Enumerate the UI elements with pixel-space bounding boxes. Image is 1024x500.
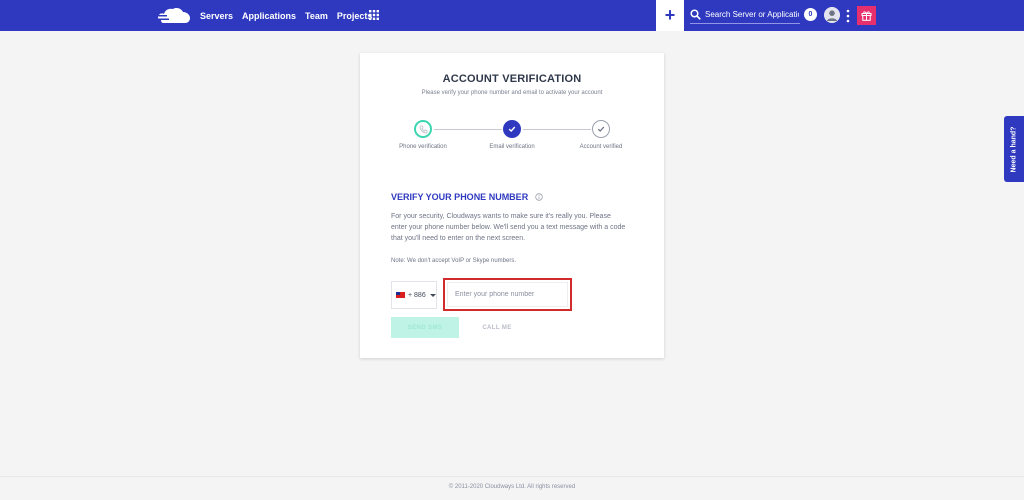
need-a-hand-label: Need a hand? <box>1010 126 1018 172</box>
need-a-hand-tab[interactable]: Need a hand? <box>1004 116 1024 182</box>
more-options-icon[interactable] <box>846 9 850 23</box>
verification-card: ACCOUNT VERIFICATION Please verify your … <box>360 53 664 358</box>
cloudways-logo-icon[interactable] <box>157 6 191 25</box>
step-phone-label: Phone verification <box>399 144 447 150</box>
apps-grid-icon[interactable] <box>369 10 379 20</box>
phone-icon <box>419 125 427 133</box>
call-me-button[interactable]: CALL ME <box>472 317 522 338</box>
plus-icon: + <box>664 5 676 25</box>
caret-down-icon <box>429 293 436 297</box>
nav-team[interactable]: Team <box>305 11 328 21</box>
taiwan-flag-icon <box>396 292 405 298</box>
footer-copyright: © 2011-2020 Cloudways Ltd. All rights re… <box>448 484 576 490</box>
step-connector <box>523 129 591 130</box>
country-code-value: + 886 <box>408 291 426 299</box>
send-sms-button[interactable]: SEND SMS <box>391 317 459 338</box>
country-code-select[interactable]: + 886 <box>391 281 437 309</box>
step-phone-indicator <box>414 120 432 138</box>
phone-input-highlight <box>443 278 572 311</box>
section-title: VERIFY YOUR PHONE NUMBER <box>391 192 543 202</box>
voip-note: Note: We don't accept VoIP or Skype numb… <box>391 258 516 264</box>
notification-count-badge[interactable]: 0 <box>804 8 817 21</box>
top-navbar: Servers Applications Team Projects + 0 <box>0 0 1024 31</box>
gift-button[interactable] <box>857 6 876 25</box>
search-icon <box>690 9 701 20</box>
nav-servers[interactable]: Servers <box>200 11 233 21</box>
nav-applications[interactable]: Applications <box>242 11 296 21</box>
section-title-text: VERIFY YOUR PHONE NUMBER <box>391 192 529 202</box>
phone-number-input[interactable] <box>447 282 568 307</box>
step-account-label: Account verified <box>579 144 623 150</box>
check-icon <box>597 126 605 132</box>
footer-divider <box>0 476 1024 477</box>
phone-description: For your security, Cloudways wants to ma… <box>391 213 626 242</box>
step-email-indicator <box>503 120 521 138</box>
search-input[interactable] <box>705 10 799 19</box>
nav-projects[interactable]: Projects <box>337 11 373 21</box>
gift-icon <box>861 11 872 21</box>
step-account-indicator <box>592 120 610 138</box>
search-bar[interactable] <box>690 6 800 24</box>
page-subtitle: Please verify your phone number and emai… <box>421 90 603 96</box>
step-connector <box>434 129 502 130</box>
info-icon[interactable] <box>535 193 543 201</box>
add-new-button[interactable]: + <box>656 0 684 31</box>
user-avatar-icon[interactable] <box>824 7 840 23</box>
phone-entry-row: + 886 <box>391 278 572 311</box>
page-title: ACCOUNT VERIFICATION <box>442 73 582 85</box>
step-email-label: Email verification <box>489 144 535 150</box>
main-nav: Servers Applications Team Projects <box>200 0 381 31</box>
check-icon <box>508 126 516 132</box>
